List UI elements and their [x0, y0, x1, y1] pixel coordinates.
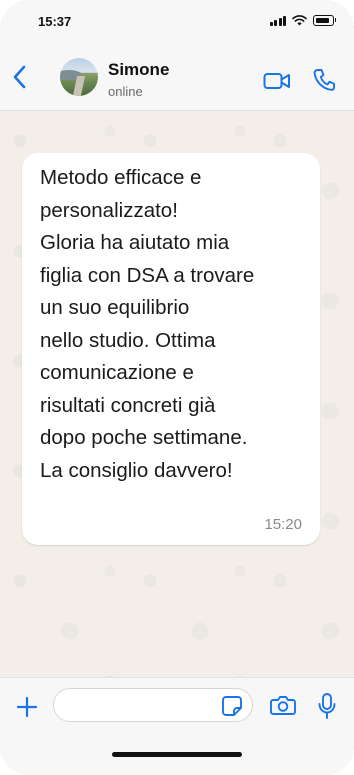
plus-icon[interactable] [16, 696, 38, 718]
message-text: Metodo efficace e personalizzato! Gloria… [40, 166, 255, 482]
contact-name[interactable]: Simone [108, 60, 169, 80]
phone-icon[interactable] [313, 68, 335, 92]
chat-area[interactable]: Metodo efficace e personalizzato! Gloria… [0, 111, 354, 677]
chat-header: Simone online [0, 44, 354, 111]
microphone-icon[interactable] [317, 692, 337, 720]
input-bar [0, 677, 354, 775]
sticker-icon[interactable] [221, 695, 243, 717]
status-icons [269, 15, 336, 26]
status-bar: 15:37 [0, 0, 354, 44]
video-camera-icon[interactable] [263, 71, 291, 91]
contact-status: online [108, 84, 143, 99]
home-indicator[interactable] [112, 752, 242, 757]
phone-screen: 15:37 Simone online Metodo efficace e pe… [0, 0, 354, 775]
cellular-signal-icon [269, 16, 286, 26]
message-bubble[interactable]: Metodo efficace e personalizzato! Gloria… [22, 153, 320, 545]
camera-icon[interactable] [270, 694, 296, 716]
wifi-icon [292, 15, 307, 26]
chevron-left-icon[interactable] [10, 64, 30, 90]
avatar[interactable] [60, 58, 98, 96]
message-timestamp: 15:20 [264, 516, 302, 533]
status-time: 15:37 [38, 14, 72, 29]
battery-icon [313, 15, 336, 26]
